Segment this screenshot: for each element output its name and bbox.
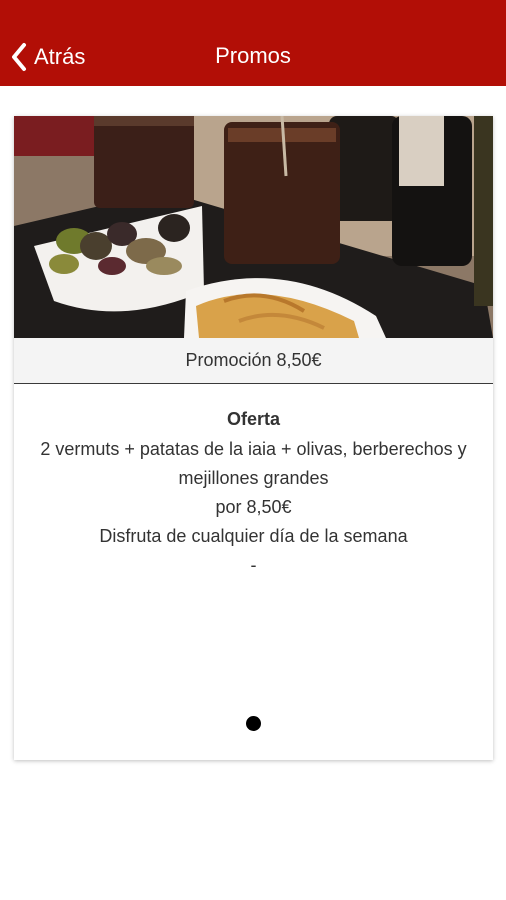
promo-price-bar: Promoción 8,50€ — [14, 338, 493, 384]
promo-label: Promoción 8,50€ — [185, 350, 322, 370]
promo-photo — [14, 116, 493, 338]
offer-description: 2 vermuts + patatas de la iaia + olivas,… — [40, 439, 467, 488]
offer-extra: - — [250, 555, 257, 575]
offer-price: por 8,50€ — [215, 497, 292, 517]
page-title: Promos — [215, 43, 291, 68]
offer-validity: Disfruta de cualquier día de la semana — [99, 526, 408, 546]
app-header: Atrás Promos — [0, 0, 506, 86]
promo-card[interactable]: Promoción 8,50€ Oferta 2 vermuts + patat… — [14, 116, 493, 760]
promo-details: Oferta 2 vermuts + patatas de la iaia + … — [14, 406, 493, 580]
offer-title: Oferta — [226, 409, 280, 429]
pager-dot-active[interactable] — [246, 716, 261, 731]
